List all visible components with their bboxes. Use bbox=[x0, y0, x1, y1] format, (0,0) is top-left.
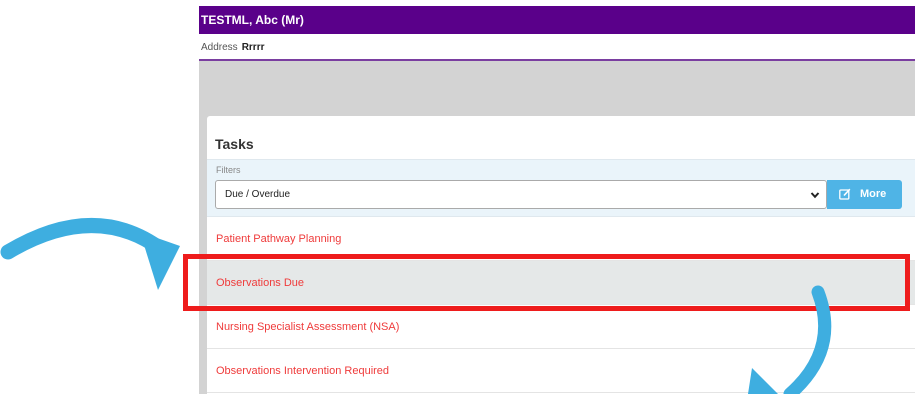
curved-arrow-icon bbox=[748, 285, 832, 394]
annotation-overlay bbox=[0, 218, 832, 394]
curved-arrow-icon bbox=[0, 218, 180, 290]
